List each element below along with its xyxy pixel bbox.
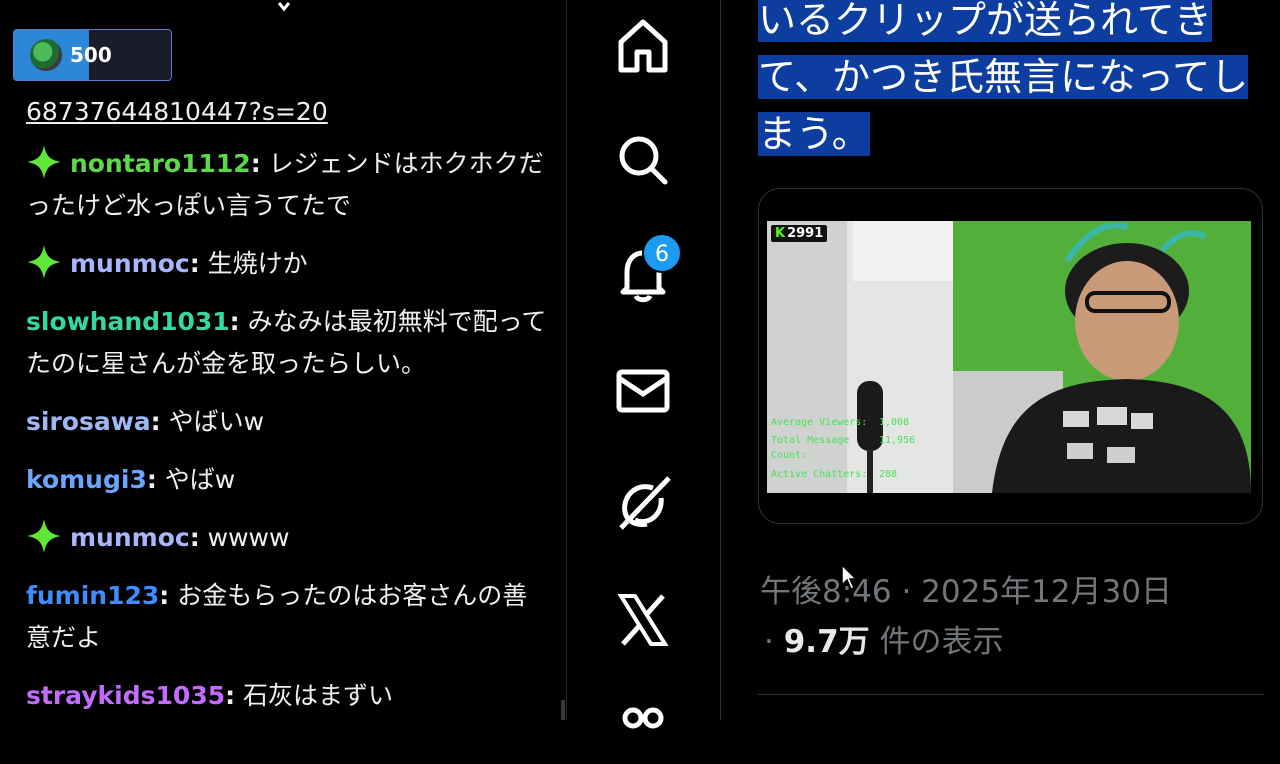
nav-grok[interactable] <box>613 474 673 534</box>
chat-username[interactable]: munmoc <box>70 249 190 278</box>
views-count: 9.7万 <box>783 624 870 660</box>
views-prefix: · <box>764 624 774 660</box>
chat-username[interactable]: komugi3 <box>26 465 147 494</box>
chat-message: komugi3: やばw <box>26 459 551 501</box>
search-icon <box>619 136 668 185</box>
chat-message-text: 生焼けか <box>199 249 308 278</box>
chat-link[interactable]: 68737644810447?s=20 <box>26 91 551 133</box>
stream-scene <box>767 221 1251 493</box>
stat-value: 11,956 <box>879 435 916 446</box>
viewer-count-value: 2991 <box>787 226 824 241</box>
stat-label: Total Message <box>771 435 850 446</box>
nav-messages[interactable] <box>613 360 673 420</box>
nav-search[interactable] <box>613 130 673 190</box>
chat-message-text: やばw <box>156 465 236 494</box>
tweet-timestamp[interactable]: 午後8:46 · 2025年12月30日 <box>760 566 1172 611</box>
points-value: 500 <box>70 43 112 67</box>
selected-tweet-text: いるクリップが送られてきて、かつき氏無言になってしまう。 <box>758 0 1249 156</box>
stat-label: Active Chatters: <box>771 469 868 480</box>
chevron-down-icon[interactable] <box>276 0 292 14</box>
mail-icon <box>616 369 670 413</box>
chat-username[interactable]: straykids1035 <box>26 681 225 710</box>
points-avatar-icon <box>30 39 62 71</box>
notification-count-badge: 6 <box>642 233 682 273</box>
tweet-view-count: · 9.7万 件の表示 <box>764 616 1004 661</box>
chat-message-text: やばいw <box>160 407 265 436</box>
sub-badge-sparkle-icon <box>27 245 61 279</box>
stat-value: 288 <box>879 469 898 480</box>
sub-badge-sparkle-icon <box>27 519 61 553</box>
video-thumbnail[interactable]: K 2991 Average Viewers: 1,008 Total Message… <box>767 221 1251 493</box>
tweet-text: いるクリップが送られてきて、かつき氏無言になってしまう。 <box>758 0 1268 163</box>
chat-message-text: 石灰はまずい <box>235 681 394 710</box>
divider <box>758 694 1264 695</box>
chat-username[interactable]: munmoc <box>70 523 190 552</box>
chat-username[interactable]: nontaro1112 <box>70 149 251 178</box>
chat-message: sirosawa: やばいw <box>26 401 551 443</box>
chat-scrollbar[interactable] <box>561 700 565 720</box>
chat-username[interactable]: slowhand1031 <box>26 307 230 336</box>
chat-message: slowhand1031: みなみは最初無料で配ってたのに星さんが金を取ったらし… <box>26 301 551 385</box>
kick-viewer-count: K 2991 <box>771 225 828 242</box>
chat-message-text: wwww <box>199 523 290 552</box>
chat-separator: : <box>146 465 157 494</box>
grok-icon <box>619 476 671 530</box>
chat-separator: : <box>229 307 240 336</box>
x-logo-icon <box>617 594 669 646</box>
sub-badge-sparkle-icon <box>27 145 61 179</box>
stat-label: Average Viewers: <box>771 417 868 428</box>
chat-username[interactable]: sirosawa <box>26 407 151 436</box>
chat-separator: : <box>225 681 236 710</box>
nav-x-premium[interactable] <box>613 590 673 650</box>
stat-label: Count: <box>771 450 808 461</box>
chat-message: munmoc: 生焼けか <box>26 243 551 285</box>
chat-separator: : <box>159 581 170 610</box>
nav-communities[interactable] <box>613 700 673 760</box>
chat-username[interactable]: fumin123 <box>26 581 159 610</box>
chat-separator: : <box>250 149 261 178</box>
nav-home[interactable] <box>613 16 673 76</box>
stat-value: 1,008 <box>879 417 910 428</box>
chat-message-list: 68737644810447?s=20 nontaro1112: レジェンドはホ… <box>26 91 551 720</box>
chat-message: fumin123: お金もらったのはお客さんの善意だよ <box>26 575 551 659</box>
views-suffix: 件の表示 <box>869 624 1004 660</box>
communities-icon <box>622 707 664 729</box>
chat-message: munmoc: wwww <box>26 517 551 559</box>
chat-separator: : <box>189 523 200 552</box>
chat-panel: 500 68737644810447?s=20 nontaro1112: レジェ… <box>0 0 566 720</box>
chat-message: straykids1035: 石灰はまずい <box>26 675 551 717</box>
chat-separator: : <box>189 249 200 278</box>
home-icon <box>618 19 668 73</box>
channel-points-badge[interactable]: 500 <box>13 29 172 81</box>
mouse-pointer-icon <box>841 563 858 590</box>
divider <box>566 0 567 720</box>
chat-message: nontaro1112: レジェンドはホクホクだったけど水っぽい言うてたで <box>26 143 551 227</box>
tweet-media-card[interactable]: K 2991 Average Viewers: 1,008 Total Message… <box>758 188 1263 524</box>
chat-separator: : <box>150 407 161 436</box>
